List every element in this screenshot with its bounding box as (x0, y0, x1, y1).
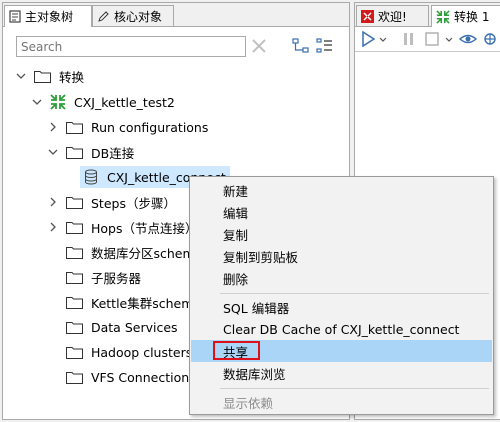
tree-label: DB连接 (91, 145, 135, 161)
chevron-right-icon[interactable] (48, 197, 58, 207)
tab-welcome[interactable]: 欢迎! (356, 5, 429, 26)
tab-transformation-label: 转换 1 (454, 10, 490, 24)
run-icon[interactable] (361, 31, 375, 47)
transformation-icon (436, 9, 450, 24)
chevron-down-icon[interactable] (32, 97, 42, 107)
tree-node-hadoop-clusters[interactable]: Hadoop clusters (66, 341, 192, 363)
pause-icon[interactable] (403, 31, 415, 47)
tab-main-object-tree[interactable]: 主对象树 (4, 5, 92, 27)
tab-core-objects[interactable]: 核心对象 (92, 5, 174, 26)
menu-item-clear-db-cache[interactable]: Clear DB Cache of CXJ_kettle_connect (191, 318, 492, 340)
tree-node-partition-schemas[interactable]: 数据库分区schemas (66, 241, 209, 263)
folder-icon (66, 146, 83, 159)
folder-icon (66, 271, 83, 284)
search-input[interactable] (16, 36, 246, 57)
menu-item-duplicate[interactable]: 复制 (191, 223, 492, 245)
tree-node-slave-servers[interactable]: 子服务器 (66, 266, 141, 288)
transformation-toolbar (355, 27, 500, 52)
folder-icon (66, 196, 83, 209)
clear-search-icon[interactable] (250, 37, 268, 55)
tree-node-vfs-connections[interactable]: VFS Connections (66, 366, 196, 388)
tab-main-label: 主对象树 (25, 10, 74, 24)
chevron-down-icon[interactable] (16, 71, 26, 81)
tree-node-transformations[interactable]: 转换 (16, 65, 84, 87)
tree-node-steps[interactable]: Steps（步骤） (48, 191, 176, 213)
dropdown-arrow-icon[interactable] (379, 31, 387, 47)
folder-icon (66, 121, 83, 134)
pencil-icon (98, 10, 109, 22)
folder-icon (66, 296, 83, 309)
tab-welcome-label: 欢迎! (378, 9, 407, 24)
menu-item-edit[interactable]: 编辑 (191, 201, 492, 223)
tree-label: Run configurations (91, 119, 209, 135)
chevron-right-icon[interactable] (48, 222, 58, 232)
welcome-icon (361, 9, 374, 23)
debug-icon[interactable] (481, 31, 499, 47)
tree-node-data-services[interactable]: Data Services (66, 316, 178, 338)
menu-separator (220, 293, 489, 294)
menu-separator (220, 388, 489, 389)
preview-eye-icon[interactable] (459, 31, 477, 47)
folder-icon (66, 246, 83, 259)
right-tab-bar: 欢迎! 转换 1 (355, 3, 500, 27)
chevron-right-icon[interactable] (48, 122, 58, 132)
context-menu: 新建 编辑 复制 复制到剪贴板 删除 SQL 编辑器 Clear DB Cach… (189, 176, 494, 415)
menu-item-delete[interactable]: 删除 (191, 267, 492, 289)
tree-label: Hops（节点连接） (91, 220, 198, 236)
tree-label: 转换 (59, 69, 85, 85)
tree-label: Data Services (91, 319, 178, 335)
tree-label: Steps（步骤） (91, 195, 176, 211)
tree-label: CXJ_kettle_test2 (74, 94, 175, 110)
expand-tree-icon[interactable] (292, 38, 310, 54)
tree-node-cluster-schemas[interactable]: Kettle集群schemas (66, 291, 208, 313)
folder-icon (66, 346, 83, 359)
database-icon (85, 169, 97, 185)
menu-item-new[interactable]: 新建 (191, 179, 492, 201)
tree-label: VFS Connections (91, 369, 196, 385)
dropdown-arrow-icon[interactable] (445, 31, 453, 47)
collapse-tree-icon[interactable] (316, 38, 334, 54)
tab-transformation-1[interactable]: 转换 1 (431, 5, 500, 27)
tree-node-run-configurations[interactable]: Run configurations (48, 116, 208, 138)
tab-core-label: 核心对象 (114, 9, 163, 24)
transformation-icon (50, 94, 66, 110)
menu-item-explore[interactable]: 数据库浏览 (191, 362, 492, 384)
menu-item-show-dependencies: 显示依赖 (223, 395, 274, 411)
stop-icon[interactable] (425, 31, 439, 47)
tree-node-hops[interactable]: Hops（节点连接） (48, 216, 198, 238)
highlight-callout-box (213, 341, 260, 360)
tree-label: 子服务器 (91, 270, 142, 286)
left-tab-bar: 主对象树 核心对象 (3, 3, 349, 27)
tree-node-db-connections[interactable]: DB连接 (48, 141, 134, 163)
menu-item-sql-editor[interactable]: SQL 编辑器 (191, 296, 492, 318)
folder-icon (66, 371, 83, 384)
chevron-down-icon[interactable] (48, 147, 58, 157)
tree-node-transformation[interactable]: CXJ_kettle_test2 (32, 91, 175, 113)
menu-item-copy-to-clipboard[interactable]: 复制到剪贴板 (191, 245, 492, 267)
tree-view-icon (9, 10, 21, 23)
tree-label: Hadoop clusters (91, 344, 193, 360)
folder-icon (34, 70, 51, 83)
folder-icon (66, 221, 83, 234)
folder-icon (66, 321, 83, 334)
